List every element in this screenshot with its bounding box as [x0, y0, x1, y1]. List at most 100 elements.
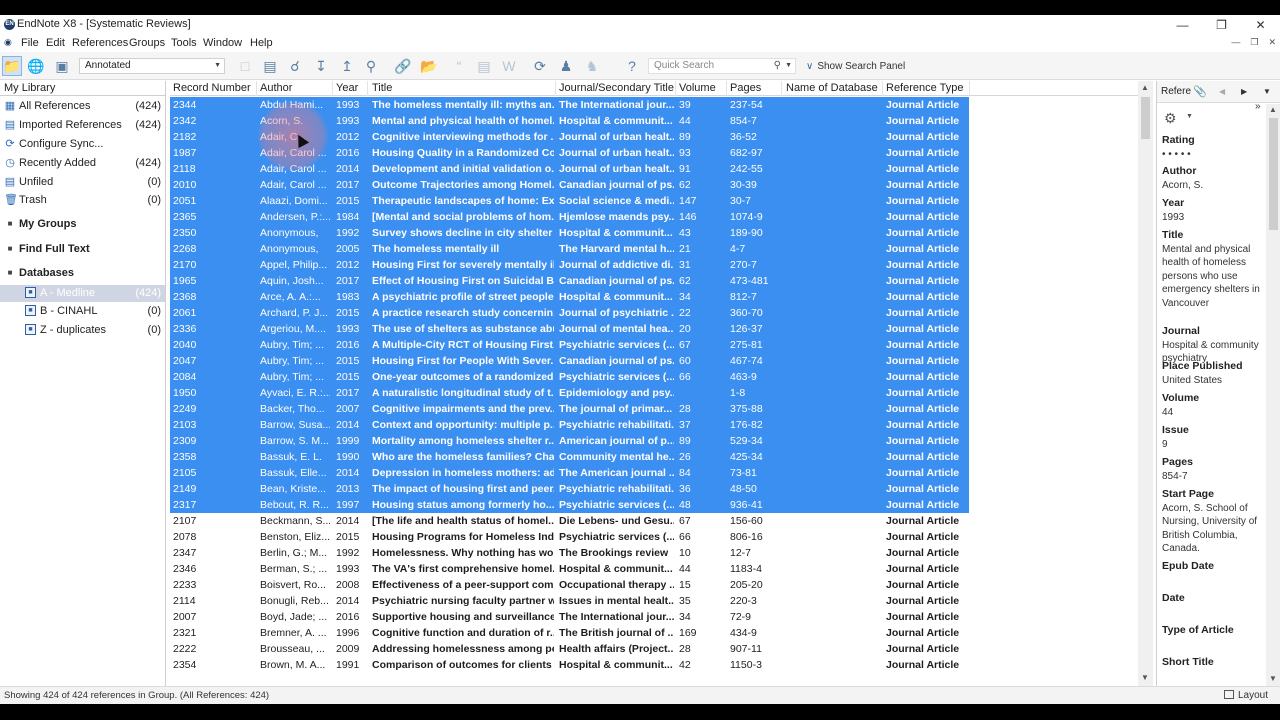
menu-references[interactable]: References: [72, 37, 128, 49]
scroll-down-icon[interactable]: ▼: [1141, 673, 1149, 682]
group-clock[interactable]: ◷ Recently Added (424): [0, 155, 165, 172]
table-row[interactable]: 2007 Boyd, Jade; ... 2016 Supportive hou…: [170, 609, 1138, 625]
local-library-mode-icon[interactable]: 📁: [2, 56, 22, 76]
section-my-groups[interactable]: ■ My Groups: [0, 216, 165, 233]
table-row[interactable]: 2061 Archard, P. J... 2015 A practice re…: [170, 305, 969, 321]
table-row[interactable]: 2365 Andersen, P.:... 1984 [Mental and s…: [170, 209, 969, 225]
field-value-year[interactable]: 1993: [1162, 211, 1264, 224]
field-value-rating[interactable]: • • • • •: [1162, 148, 1264, 161]
section-find-full-text[interactable]: ■ Find Full Text: [0, 241, 165, 258]
table-row[interactable]: 2350 Anonymous, 1992 Survey shows declin…: [170, 225, 969, 241]
table-row[interactable]: 2346 Berman, S.; ... 1993 The VA's first…: [170, 561, 1138, 577]
field-value-start-page[interactable]: Acorn, S. School of Nursing, University …: [1162, 502, 1264, 556]
database-group[interactable]: ■ A - Medline (424): [0, 285, 165, 302]
table-row[interactable]: 2233 Boisvert, Ro... 2008 Effectiveness …: [170, 577, 1138, 593]
collapse-icon[interactable]: ■: [4, 218, 16, 230]
sync-icon[interactable]: ⟳: [530, 56, 550, 76]
collapse-icon[interactable]: ■: [4, 243, 16, 255]
table-row[interactable]: 2105 Bassuk, Elle... 2014 Depression in …: [170, 465, 969, 481]
online-search-icon[interactable]: ☌: [285, 56, 305, 76]
field-value-place-published[interactable]: United States: [1162, 374, 1264, 387]
group-import[interactable]: ▤ Imported References (424): [0, 117, 165, 134]
table-row[interactable]: 2103 Barrow, Susa... 2014 Context and op…: [170, 417, 969, 433]
database-group[interactable]: ■ Z - duplicates (0): [0, 322, 165, 339]
attachment-icon[interactable]: 📎: [1193, 85, 1207, 98]
minimize-icon[interactable]: —: [1163, 15, 1202, 35]
menu-file[interactable]: File: [21, 37, 39, 49]
group-library[interactable]: ▦ All References (424): [0, 98, 165, 115]
field-value-title[interactable]: Mental and physical health of homeless p…: [1162, 243, 1264, 310]
layout-button[interactable]: Layout: [1223, 690, 1268, 701]
chevron-down-icon[interactable]: ▼: [785, 59, 792, 73]
expand-panel-icon[interactable]: »: [1255, 104, 1261, 112]
table-row[interactable]: 2040 Aubry, Tim; ... 2016 A Multiple-Cit…: [170, 337, 969, 353]
format-bibliography-icon[interactable]: ▤: [474, 56, 494, 76]
table-row[interactable]: 2084 Aubry, Tim; ... 2015 One-year outco…: [170, 369, 969, 385]
table-row[interactable]: 2321 Bremner, A. ... 1996 Cognitive func…: [170, 625, 1138, 641]
column-volume[interactable]: Volume: [679, 82, 716, 94]
field-value-volume[interactable]: 44: [1162, 406, 1264, 419]
column-year[interactable]: Year: [336, 82, 358, 94]
table-row[interactable]: 2368 Arce, A. A.:... 1983 A psychiatric …: [170, 289, 969, 305]
quick-search-input[interactable]: Quick Search ⚲ ▼: [648, 58, 796, 74]
doc-restore-icon[interactable]: ❐: [1250, 37, 1258, 48]
table-row[interactable]: 2358 Bassuk, E. L. 1990 Who are the home…: [170, 449, 969, 465]
word-icon[interactable]: W: [499, 56, 519, 76]
column-journal[interactable]: Journal/Secondary Title: [559, 82, 674, 94]
table-row[interactable]: 2114 Bonugli, Reb... 2014 Psychiatric nu…: [170, 593, 1138, 609]
reference-panel-scrollbar[interactable]: ▲ ▼: [1266, 104, 1280, 686]
doc-close-icon[interactable]: ✕: [1268, 37, 1276, 48]
close-icon[interactable]: ✕: [1241, 15, 1280, 35]
table-row[interactable]: 2078 Benston, Eliz... 2015 Housing Progr…: [170, 529, 1138, 545]
group-sync[interactable]: ⟳ Configure Sync...: [0, 136, 165, 153]
field-value-issue[interactable]: 9: [1162, 438, 1264, 451]
chevron-down-icon[interactable]: ▼: [1186, 113, 1193, 120]
menu-window[interactable]: Window: [203, 37, 242, 49]
table-row[interactable]: 2051 Alaazi, Domi... 2015 Therapeutic la…: [170, 193, 969, 209]
section-databases[interactable]: ■ Databases: [0, 265, 165, 282]
database-group[interactable]: ■ B - CINAHL (0): [0, 303, 165, 320]
field-value-author[interactable]: Acorn, S.: [1162, 179, 1264, 192]
table-row[interactable]: 2309 Barrow, S. M... 1999 Mortality amon…: [170, 433, 969, 449]
column-reference-type[interactable]: Reference Type: [886, 82, 963, 94]
column-record-number[interactable]: Record Number: [173, 82, 251, 94]
table-row[interactable]: 2149 Bean, Kriste... 2013 The impact of …: [170, 481, 969, 497]
tab-reference[interactable]: Refere: [1161, 86, 1191, 97]
gear-icon[interactable]: ⚙: [1164, 110, 1177, 127]
column-author[interactable]: Author: [260, 82, 292, 94]
document-icon[interactable]: ◉: [4, 37, 12, 48]
restore-icon[interactable]: ❐: [1202, 15, 1241, 35]
scroll-thumb[interactable]: [1141, 97, 1150, 139]
output-style-select[interactable]: Annotated ▼: [79, 58, 225, 74]
table-row[interactable]: 1965 Aquin, Josh... 2017 Effect of Housi…: [170, 273, 969, 289]
open-file-icon[interactable]: 📂: [419, 56, 439, 76]
new-reference-icon[interactable]: ▤: [260, 56, 280, 76]
table-row[interactable]: 2268 Anonymous, 2005 The homeless mental…: [170, 241, 969, 257]
reference-list-scrollbar[interactable]: ▲ ▼: [1138, 81, 1153, 686]
insert-citation-icon[interactable]: “: [449, 56, 469, 76]
integrated-library-mode-icon[interactable]: ▣: [52, 56, 72, 76]
menu-groups[interactable]: Groups: [129, 37, 165, 49]
open-link-icon[interactable]: 🔗: [393, 56, 413, 76]
table-row[interactable]: 2249 Backer, Tho... 2007 Cognitive impai…: [170, 401, 969, 417]
table-row[interactable]: 2317 Bebout, R. R... 1997 Housing status…: [170, 497, 969, 513]
table-row[interactable]: 2170 Appel, Philip... 2012 Housing First…: [170, 257, 969, 273]
menu-edit[interactable]: Edit: [46, 37, 65, 49]
table-row[interactable]: 2010 Adair, Carol ... 2017 Outcome Traje…: [170, 177, 969, 193]
show-search-panel-button[interactable]: ∨ Show Search Panel: [806, 61, 905, 72]
table-row[interactable]: 2107 Beckmann, S... 2014 [The life and h…: [170, 513, 1138, 529]
table-row[interactable]: 1950 Ayvaci, E. R.:... 2017 A naturalist…: [170, 385, 969, 401]
manage-sharing-icon[interactable]: ♞: [582, 56, 602, 76]
search-icon[interactable]: ⚲: [774, 59, 781, 73]
table-row[interactable]: 2354 Brown, M. A... 1991 Comparison of o…: [170, 657, 1138, 673]
help-icon[interactable]: ?: [622, 56, 642, 76]
table-row[interactable]: 2336 Argeriou, M.... 1993 The use of she…: [170, 321, 969, 337]
find-full-text-icon[interactable]: ⚲: [361, 56, 381, 76]
group-unfiled[interactable]: ▤ Unfiled (0): [0, 174, 165, 191]
table-row[interactable]: 2347 Berlin, G.; M... 1992 Homelessness.…: [170, 545, 1138, 561]
online-search-mode-icon[interactable]: 🌐: [26, 56, 46, 76]
share-library-icon[interactable]: ♟: [556, 56, 576, 76]
group-trash[interactable]: 🗑 Trash (0): [0, 192, 165, 209]
scroll-up-icon[interactable]: ▲: [1141, 83, 1149, 92]
next-reference-icon[interactable]: ▶: [1241, 87, 1247, 96]
